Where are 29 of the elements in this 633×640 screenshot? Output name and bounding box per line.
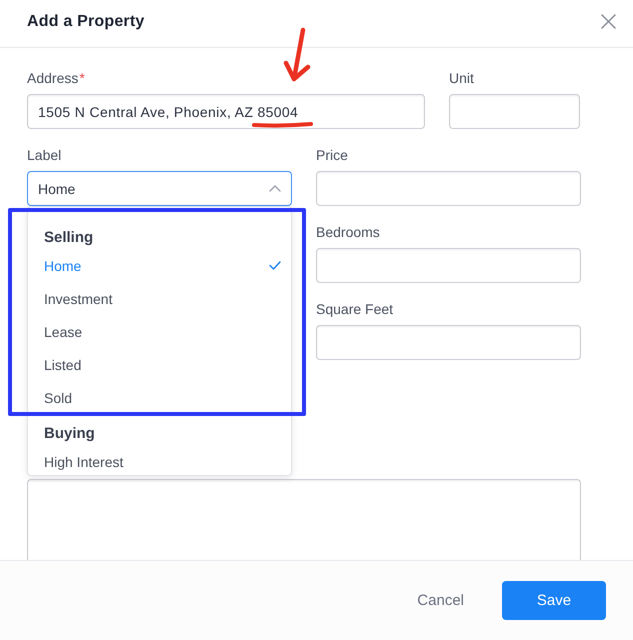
option-group-heading: Buying (43, 424, 96, 444)
close-icon (601, 14, 616, 29)
dropdown-option[interactable]: Sold (28, 381, 291, 414)
field-label: Address (27, 70, 78, 86)
field-label: Bedrooms (316, 224, 380, 240)
text-input[interactable] (316, 171, 581, 206)
text-input[interactable] (316, 248, 581, 283)
field-label: Label (27, 147, 62, 163)
field-label: Unit (449, 70, 474, 86)
option-group-heading: Selling (43, 228, 94, 248)
dropdown-option[interactable]: Lease (28, 315, 291, 348)
check-icon (269, 261, 281, 270)
field-label: Square Feet (316, 301, 394, 317)
text-input[interactable] (449, 94, 580, 129)
cancel-button[interactable]: Cancel (401, 581, 480, 620)
chevron-icon (269, 185, 281, 192)
required-asterisk: * (79, 70, 85, 86)
dialog-title: Add a Property (27, 12, 144, 32)
dropdown-option[interactable]: Investment (28, 282, 291, 315)
save-button[interactable]: Save (502, 581, 606, 620)
dropdown-option[interactable]: Home (28, 249, 291, 282)
label-select[interactable]: Home (27, 171, 292, 206)
text-input[interactable]: 1505 N Central Ave, Phoenix, AZ 85004 (27, 94, 425, 129)
text-input[interactable] (316, 325, 581, 360)
dropdown-option[interactable]: Listed (28, 348, 291, 381)
text-area-field[interactable] (27, 479, 581, 560)
close-button[interactable] (601, 14, 616, 29)
field-label: Price (316, 147, 348, 163)
dropdown-option[interactable]: High Interest (28, 445, 291, 475)
